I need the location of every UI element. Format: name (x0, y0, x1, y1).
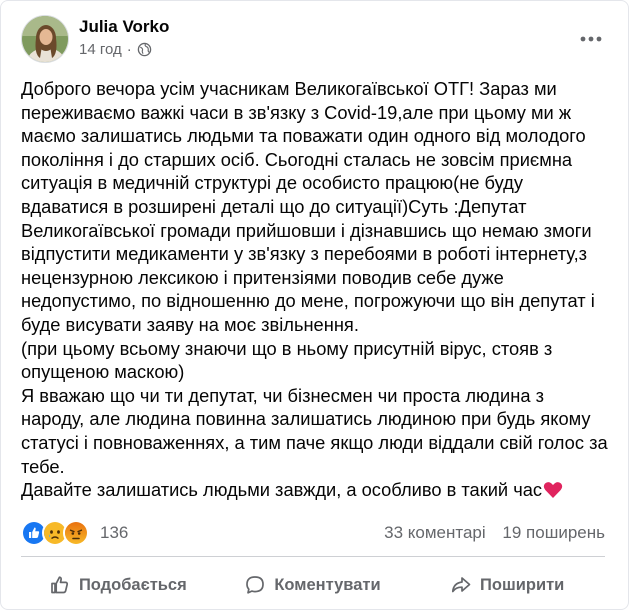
like-button[interactable]: Подобається (21, 565, 216, 605)
post-text: Доброго вечора усім учасникам Великогаїв… (21, 77, 611, 502)
post-paragraph-last: Давайте залишатись людьми завжди, а особ… (21, 478, 611, 502)
post-paragraph: Давайте залишатись людьми завжди, а особ… (21, 479, 543, 501)
author-name[interactable]: Julia Vorko (79, 17, 169, 37)
globe-icon[interactable] (137, 42, 152, 57)
post-paragraph: Доброго вечора усім учасникам Великогаїв… (21, 78, 595, 335)
comments-count[interactable]: 33 коментарі (384, 523, 486, 542)
post-stats: 136 33 коментарі 19 поширень (21, 518, 605, 548)
more-dots-icon (580, 36, 602, 42)
separator-dot: · (126, 41, 132, 58)
more-options-button[interactable] (575, 23, 607, 55)
post-card: Julia Vorko 14 год · Доброго вечора усім… (0, 0, 629, 610)
share-button[interactable]: Поширити (410, 565, 605, 605)
engagement-counts: 33 коментарі 19 поширень (372, 523, 605, 543)
post-paragraph: Я вважаю що чи ти депутат, чи бізнесмен … (21, 384, 608, 477)
post-meta: 14 год · (79, 41, 152, 58)
comment-bubble-icon (246, 576, 265, 594)
share-arrow-icon (451, 577, 471, 593)
action-bar: Подобається Коментувати Поширити (21, 561, 605, 609)
share-button-label: Поширити (480, 575, 565, 594)
reaction-count[interactable]: 136 (100, 523, 128, 543)
post-header: Julia Vorko 14 год · (21, 15, 611, 63)
post-time[interactable]: 14 год (79, 41, 122, 58)
thumbs-up-icon (51, 576, 68, 594)
comment-button[interactable]: Коментувати (216, 565, 411, 605)
shares-count[interactable]: 19 поширень (502, 523, 605, 542)
heart-emoji-icon (543, 480, 563, 500)
divider (21, 556, 605, 557)
post-paragraph: (при цьому всьому знаючи що в ньому прис… (21, 337, 553, 383)
avatar[interactable] (21, 15, 69, 63)
angry-reaction-icon (63, 520, 89, 546)
comment-button-label: Коментувати (274, 575, 381, 594)
reactions-summary[interactable]: 136 (21, 520, 128, 546)
like-button-label: Подобається (78, 575, 187, 594)
